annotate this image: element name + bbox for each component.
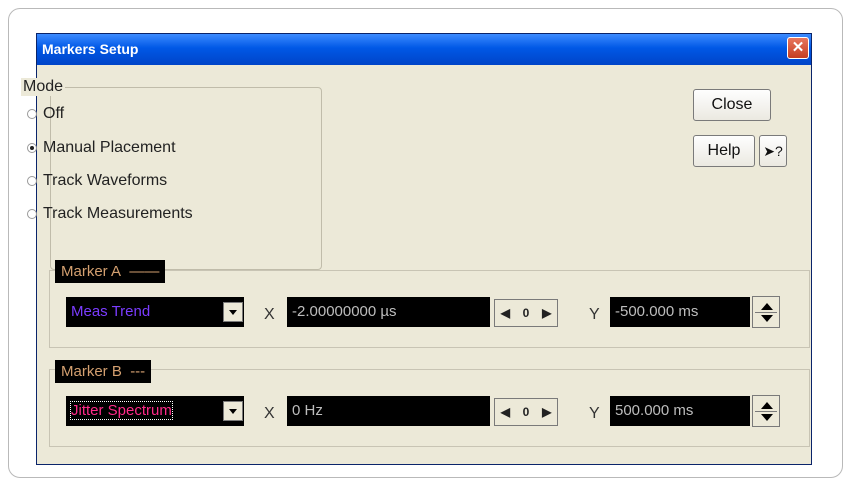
marker-b-line-style: --- <box>130 363 146 380</box>
marker-a-y-spin[interactable] <box>752 296 780 328</box>
radio-track-waveforms[interactable] <box>27 176 37 186</box>
marker-b-y-input[interactable]: 500.000 ms <box>610 396 750 426</box>
mode-legend: Mode <box>21 78 66 96</box>
right-arrow-icon[interactable]: ▶ <box>536 300 557 326</box>
radio-track-measurements[interactable] <box>27 209 37 219</box>
marker-a-y-label: Y <box>589 306 600 323</box>
mode-option-track-waveforms[interactable]: Track Waveforms <box>27 172 167 190</box>
left-arrow-icon[interactable]: ◀ <box>495 399 516 425</box>
mode-option-off[interactable]: Off <box>27 105 64 123</box>
spin-down-icon[interactable] <box>761 315 773 322</box>
marker-b-x-stepper[interactable]: ◀ 0 ▶ <box>494 398 558 426</box>
radio-off-label: Off <box>43 105 65 122</box>
marker-b-source-value: Jitter Spectrum <box>70 401 173 420</box>
spin-down-icon[interactable] <box>761 414 773 421</box>
spin-up-icon[interactable] <box>761 402 773 409</box>
left-arrow-icon[interactable]: ◀ <box>495 300 516 326</box>
whats-this-button[interactable]: ➤? <box>759 135 787 167</box>
radio-off[interactable] <box>27 109 37 119</box>
marker-a-source-select[interactable]: Meas Trend <box>66 297 244 327</box>
marker-a-x-stepper[interactable]: ◀ 0 ▶ <box>494 299 558 327</box>
right-arrow-icon[interactable]: ▶ <box>536 399 557 425</box>
marker-b-source-dropdown-icon[interactable] <box>223 401 243 421</box>
radio-manual-placement-label: Manual Placement <box>43 139 176 156</box>
marker-a-label: Marker A —— <box>55 260 166 283</box>
marker-b-y-label: Y <box>589 405 600 422</box>
marker-a-x-label: X <box>264 306 275 323</box>
marker-b-source-select[interactable]: Jitter Spectrum <box>66 396 244 426</box>
help-button[interactable]: Help <box>693 135 755 167</box>
pointer-help-icon: ➤ <box>763 143 775 159</box>
marker-a-line-style: —— <box>129 263 160 280</box>
radio-track-waveforms-label: Track Waveforms <box>43 172 168 189</box>
marker-b-y-spin[interactable] <box>752 395 780 427</box>
marker-b-x-input[interactable]: 0 Hz <box>287 396 490 426</box>
mode-option-track-measurements[interactable]: Track Measurements <box>27 205 193 223</box>
radio-manual-placement[interactable] <box>27 143 37 153</box>
marker-a-source-value: Meas Trend <box>71 303 151 320</box>
marker-b-stepper-value: 0 <box>522 405 530 419</box>
spin-up-icon[interactable] <box>761 303 773 310</box>
marker-a-source-dropdown-icon[interactable] <box>223 302 243 322</box>
close-button[interactable]: Close <box>693 89 771 121</box>
marker-a-x-input[interactable]: -2.00000000 µs <box>287 297 490 327</box>
mode-option-manual-placement[interactable]: Manual Placement <box>27 139 176 157</box>
marker-a-y-input[interactable]: -500.000 ms <box>610 297 750 327</box>
radio-track-measurements-label: Track Measurements <box>43 205 193 222</box>
marker-a-stepper-value: 0 <box>522 306 530 320</box>
marker-b-x-label: X <box>264 405 275 422</box>
marker-b-label: Marker B --- <box>55 360 152 383</box>
